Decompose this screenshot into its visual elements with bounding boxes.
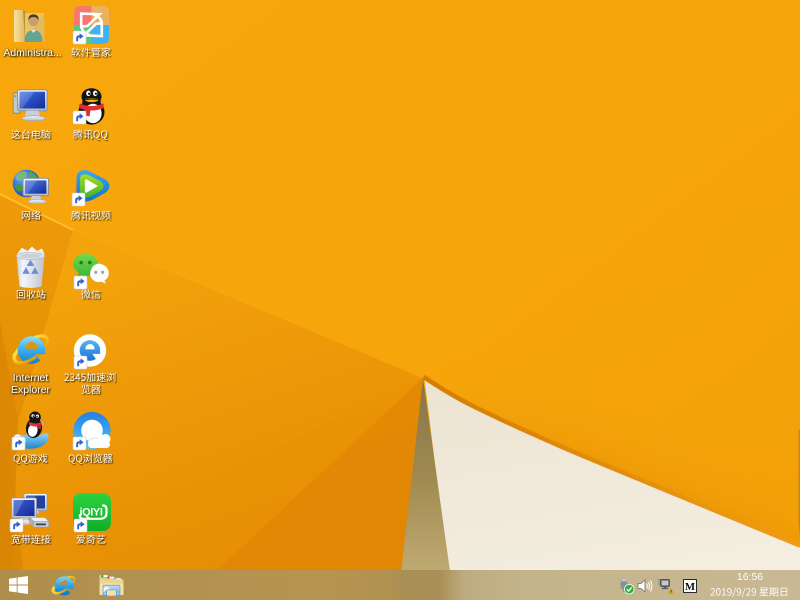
svg-text:iQIYI: iQIYI — [79, 507, 102, 519]
svg-text:M: M — [685, 581, 695, 593]
